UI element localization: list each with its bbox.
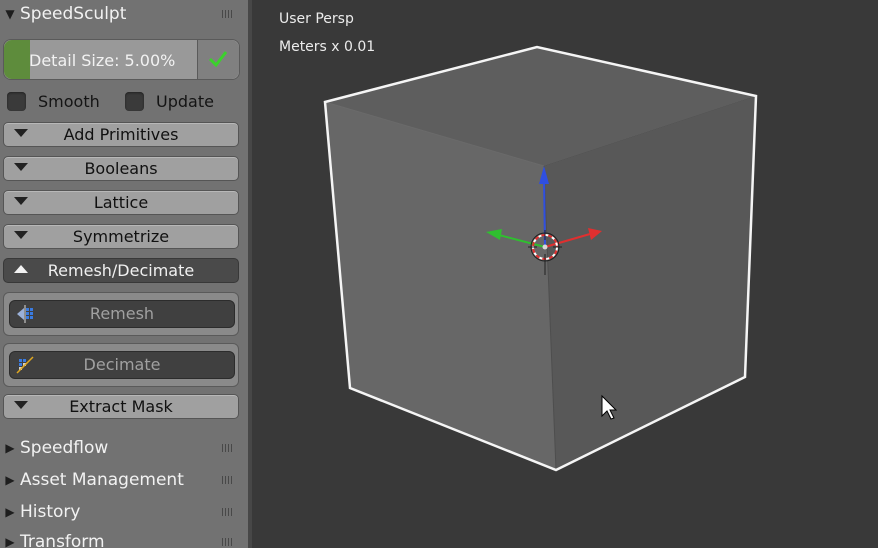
symmetrize-label: Symmetrize: [72, 227, 170, 246]
expand-triangle-icon: ▶: [5, 473, 15, 487]
lattice-label: Lattice: [93, 193, 149, 212]
detail-size-fill: [4, 40, 30, 79]
remesh-box: Remesh: [3, 292, 239, 336]
extract-mask-button[interactable]: Extract Mask: [3, 394, 239, 419]
speedsculpt-header[interactable]: ▼ SpeedSculpt: [0, 0, 248, 28]
expand-triangle-icon: ▶: [5, 441, 15, 455]
drag-grip-icon[interactable]: [222, 508, 234, 516]
collapse-triangle-icon: ▼: [5, 7, 15, 21]
extract-mask-label: Extract Mask: [69, 397, 173, 416]
add-primitives-button[interactable]: Add Primitives: [3, 122, 239, 147]
expand-triangle-icon: ▶: [5, 505, 15, 519]
origin-dot: [542, 244, 548, 250]
smooth-checkbox-box[interactable]: [7, 91, 26, 111]
speedsculpt-title: SpeedSculpt: [20, 4, 127, 24]
apply-detail-button[interactable]: [197, 40, 239, 79]
smooth-checkbox[interactable]: Smooth: [7, 90, 100, 112]
tool-panel: ▼ SpeedSculpt Detail Size: 5.00% Smooth …: [0, 0, 248, 548]
detail-size-slider[interactable]: Detail Size: 5.00%: [3, 39, 240, 80]
remesh-button[interactable]: Remesh: [9, 300, 235, 328]
speedflow-header[interactable]: ▶ Speedflow: [0, 434, 248, 462]
remesh-decimate-button[interactable]: Remesh/Decimate: [3, 258, 239, 283]
3d-viewport[interactable]: User Persp Meters x 0.01: [252, 0, 878, 548]
decimate-label: Decimate: [83, 355, 161, 374]
viewport-canvas: [323, 45, 758, 472]
booleans-label: Booleans: [84, 159, 158, 178]
asset-management-title: Asset Management: [20, 470, 184, 490]
decimate-box: Decimate: [3, 343, 239, 387]
remesh-label: Remesh: [89, 304, 155, 323]
update-checkbox[interactable]: Update: [125, 90, 214, 112]
drag-grip-icon[interactable]: [222, 476, 234, 484]
smooth-label: Smooth: [38, 91, 100, 111]
asset-management-header[interactable]: ▶ Asset Management: [0, 466, 248, 494]
drag-grip-icon[interactable]: [222, 538, 234, 546]
decimate-button[interactable]: Decimate: [9, 351, 235, 379]
transform-header[interactable]: ▶ Transform: [0, 528, 248, 548]
detail-size-label: Detail Size: 5.00%: [29, 51, 176, 70]
transform-title: Transform: [20, 532, 105, 548]
drag-grip-icon[interactable]: [222, 10, 234, 18]
speedflow-title: Speedflow: [20, 438, 109, 458]
history-header[interactable]: ▶ History: [0, 498, 248, 526]
remesh-decimate-label: Remesh/Decimate: [47, 261, 195, 280]
expand-triangle-icon: ▶: [5, 535, 15, 548]
history-title: History: [20, 502, 81, 522]
update-label: Update: [156, 91, 214, 111]
lattice-button[interactable]: Lattice: [3, 190, 239, 215]
update-checkbox-box[interactable]: [125, 91, 144, 111]
booleans-button[interactable]: Booleans: [3, 156, 239, 181]
drag-grip-icon[interactable]: [222, 444, 234, 452]
checkmark-icon: [208, 51, 228, 68]
symmetrize-button[interactable]: Symmetrize: [3, 224, 239, 249]
add-primitives-label: Add Primitives: [63, 125, 179, 144]
